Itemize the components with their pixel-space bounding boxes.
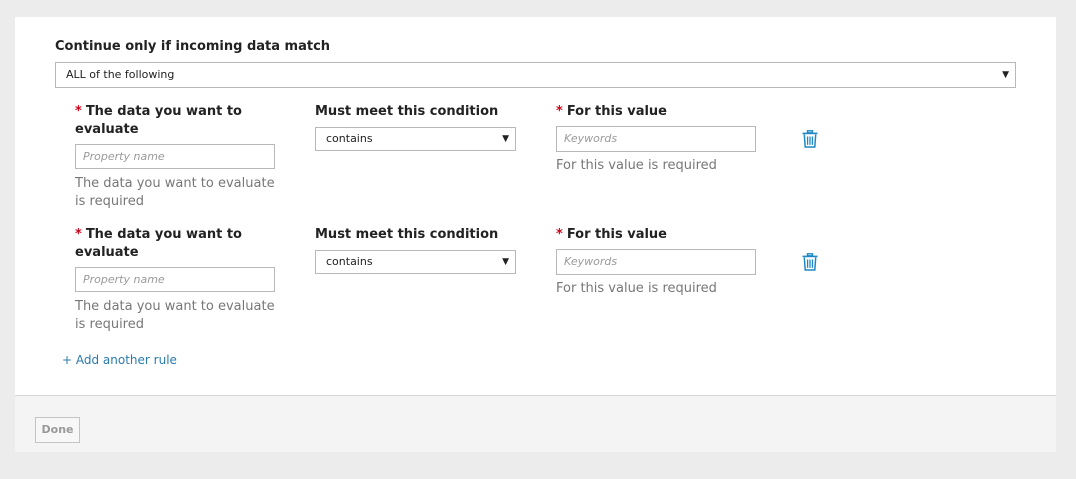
trash-icon[interactable] [802,130,818,148]
match-mode-value: ALL of the following [66,68,175,81]
add-rule-link[interactable]: + Add another rule [62,353,177,367]
required-asterisk: * [75,104,82,119]
match-label: Continue only if incoming data match [55,39,331,54]
property-name-input[interactable]: Property name [75,144,275,169]
value-required-hint: For this value is required [556,281,717,296]
data-required-hint: The data you want to evaluate is require… [75,299,275,332]
value-field-label: * For this value [556,104,667,119]
data-required-hint: The data you want to evaluate is require… [75,176,275,209]
required-asterisk: * [556,227,563,242]
condition-select[interactable]: contains ▼ [315,127,516,151]
required-asterisk: * [556,104,563,119]
condition-value: contains [326,132,373,145]
condition-label: Must meet this condition [315,104,499,119]
value-required-hint: For this value is required [556,158,717,173]
property-name-input[interactable]: Property name [75,267,275,292]
done-button[interactable]: Done [35,417,80,443]
condition-select[interactable]: contains ▼ [315,250,516,274]
trash-icon[interactable] [802,253,818,271]
required-asterisk: * [75,227,82,242]
rules-editor: Continue only if incoming data match ALL… [15,17,1056,395]
keywords-input[interactable]: Keywords [556,249,756,275]
caret-down-icon: ▼ [502,257,509,267]
caret-down-icon: ▼ [1002,70,1009,80]
data-field-label: * The data you want to evaluate [75,104,242,137]
condition-label: Must meet this condition [315,227,499,242]
panel-footer: Done [15,395,1056,452]
match-mode-select[interactable]: ALL of the following ▼ [55,62,1016,88]
condition-value: contains [326,255,373,268]
caret-down-icon: ▼ [502,134,509,144]
data-field-label: * The data you want to evaluate [75,227,242,260]
value-field-label: * For this value [556,227,667,242]
rules-panel: Continue only if incoming data match ALL… [15,17,1056,452]
keywords-input[interactable]: Keywords [556,126,756,152]
